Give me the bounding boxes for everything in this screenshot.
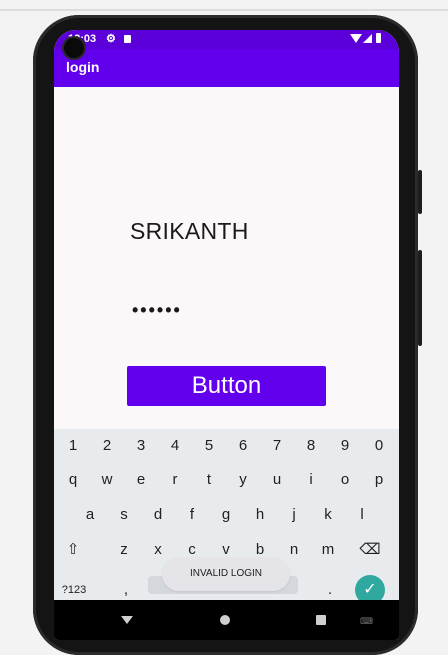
key-m[interactable]: m bbox=[314, 535, 342, 565]
key-7[interactable]: 7 bbox=[263, 431, 291, 461]
keyboard-row-qwerty: q w e r t y u i o p bbox=[54, 465, 399, 499]
key-q[interactable]: q bbox=[59, 465, 87, 495]
key-p[interactable]: p bbox=[365, 465, 393, 495]
phone-screen: 12:03 ⚙ login SRIKANTH •••••• Button 1 2… bbox=[54, 30, 399, 640]
window-divider bbox=[0, 9, 448, 11]
username-field[interactable]: SRIKANTH bbox=[130, 218, 249, 245]
key-g[interactable]: g bbox=[212, 500, 240, 530]
key-t[interactable]: t bbox=[195, 465, 223, 495]
key-r[interactable]: r bbox=[161, 465, 189, 495]
keyboard-row-home: a s d f g h j k l bbox=[54, 500, 399, 534]
back-icon[interactable] bbox=[121, 616, 133, 624]
key-6[interactable]: 6 bbox=[229, 431, 257, 461]
wifi-icon bbox=[350, 34, 362, 43]
sd-card-icon bbox=[124, 35, 131, 43]
signal-icon bbox=[363, 34, 372, 43]
app-bar: login bbox=[54, 49, 399, 87]
soft-keyboard: 1 2 3 4 5 6 7 8 9 0 q w e r t y u i o p … bbox=[54, 429, 399, 605]
key-u[interactable]: u bbox=[263, 465, 291, 495]
key-i[interactable]: i bbox=[297, 465, 325, 495]
home-icon[interactable] bbox=[220, 615, 230, 625]
key-4[interactable]: 4 bbox=[161, 431, 189, 461]
keyboard-switch-icon[interactable]: ⌨ bbox=[360, 616, 374, 627]
key-e[interactable]: e bbox=[127, 465, 155, 495]
key-3[interactable]: 3 bbox=[127, 431, 155, 461]
key-k[interactable]: k bbox=[314, 500, 342, 530]
gear-icon: ⚙ bbox=[106, 33, 116, 45]
key-a[interactable]: a bbox=[76, 500, 104, 530]
power-button bbox=[418, 170, 422, 214]
key-5[interactable]: 5 bbox=[195, 431, 223, 461]
key-9[interactable]: 9 bbox=[331, 431, 359, 461]
volume-button bbox=[418, 250, 422, 346]
keyboard-number-row: 1 2 3 4 5 6 7 8 9 0 bbox=[54, 431, 399, 465]
key-j[interactable]: j bbox=[280, 500, 308, 530]
key-l[interactable]: l bbox=[348, 500, 376, 530]
backspace-icon[interactable]: ⌫ bbox=[356, 535, 384, 565]
navigation-bar: ⌨ bbox=[54, 600, 399, 640]
battery-icon bbox=[376, 33, 381, 43]
status-bar: 12:03 ⚙ bbox=[54, 30, 399, 49]
shift-icon[interactable]: ⇧ bbox=[59, 535, 87, 565]
key-w[interactable]: w bbox=[93, 465, 121, 495]
key-d[interactable]: d bbox=[144, 500, 172, 530]
key-o[interactable]: o bbox=[331, 465, 359, 495]
key-z[interactable]: z bbox=[110, 535, 138, 565]
toast-message: INVALID LOGIN bbox=[162, 557, 290, 591]
recents-icon[interactable] bbox=[316, 615, 326, 625]
key-2[interactable]: 2 bbox=[93, 431, 121, 461]
app-title: login bbox=[66, 59, 100, 75]
login-button[interactable]: Button bbox=[127, 366, 326, 406]
key-0[interactable]: 0 bbox=[365, 431, 393, 461]
key-f[interactable]: f bbox=[178, 500, 206, 530]
camera-icon bbox=[64, 38, 84, 58]
key-s[interactable]: s bbox=[110, 500, 138, 530]
key-y[interactable]: y bbox=[229, 465, 257, 495]
key-1[interactable]: 1 bbox=[59, 431, 87, 461]
check-icon: ✓ bbox=[363, 581, 377, 598]
key-8[interactable]: 8 bbox=[297, 431, 325, 461]
password-field[interactable]: •••••• bbox=[132, 300, 182, 321]
key-h[interactable]: h bbox=[246, 500, 274, 530]
